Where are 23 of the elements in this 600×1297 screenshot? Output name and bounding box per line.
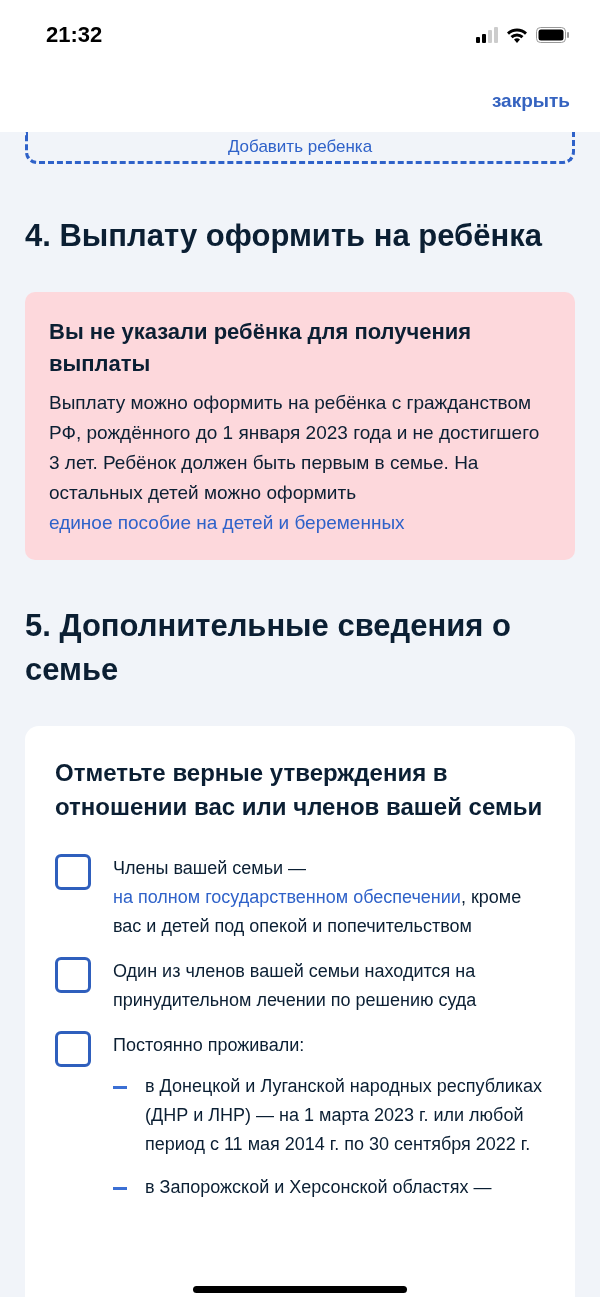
option-text: Постоянно проживали: (113, 1034, 306, 1057)
dash-icon (113, 1187, 127, 1191)
option-text: Члены вашей семьи — на полном государственном обеспечении, кроме вас и детей под опекой и попечительством (113, 857, 523, 938)
battery-icon (536, 27, 570, 43)
signal-icon (476, 27, 498, 43)
checkbox[interactable] (55, 957, 91, 993)
info-link[interactable]: на полном государственном обеспечении (113, 887, 461, 907)
close-link[interactable]: закрыть (491, 90, 570, 112)
alert-text: Выплату можно оформить на ребёнка с гражданством РФ, рождённого до 1 января 2023 года и не достигшего 3 лет. Ребёнок должен быть первым в семье. На остальных детей можно оформить единое пособие на детей и беременных (49, 391, 541, 535)
section-heading: 4. Выплату оформить на ребёнка (25, 217, 544, 255)
dash-icon (113, 1086, 127, 1090)
add-child-button[interactable]: Добавить ребенка (25, 132, 575, 164)
checkbox[interactable] (55, 1031, 91, 1067)
benefit-link[interactable]: единое пособие на детей и беременных (49, 512, 405, 533)
card-title: Отметьте верные утверждения в отношении вас или членов вашей семьи (55, 758, 544, 822)
sub-item-text: в Запорожской и Херсонской областях — (145, 1176, 492, 1199)
wifi-icon (506, 27, 528, 43)
section-heading: 5. Дополнительные сведения о семье (25, 607, 512, 689)
alert-title: Вы не указали ребёнка для получения выплаты (49, 318, 473, 378)
status-time: 21:32 (46, 22, 103, 48)
option-text: Один из членов вашей семьи находится на принудительном лечении по решению суда (113, 960, 478, 1012)
checkbox[interactable] (55, 854, 91, 890)
sub-item-text: в Донецкой и Луганской народных республиках (ДНР и ЛНР) — на 1 марта 2023 г. или любой период с 11 мая 2014 г. по 30 сентября 2022 г. (145, 1075, 543, 1156)
